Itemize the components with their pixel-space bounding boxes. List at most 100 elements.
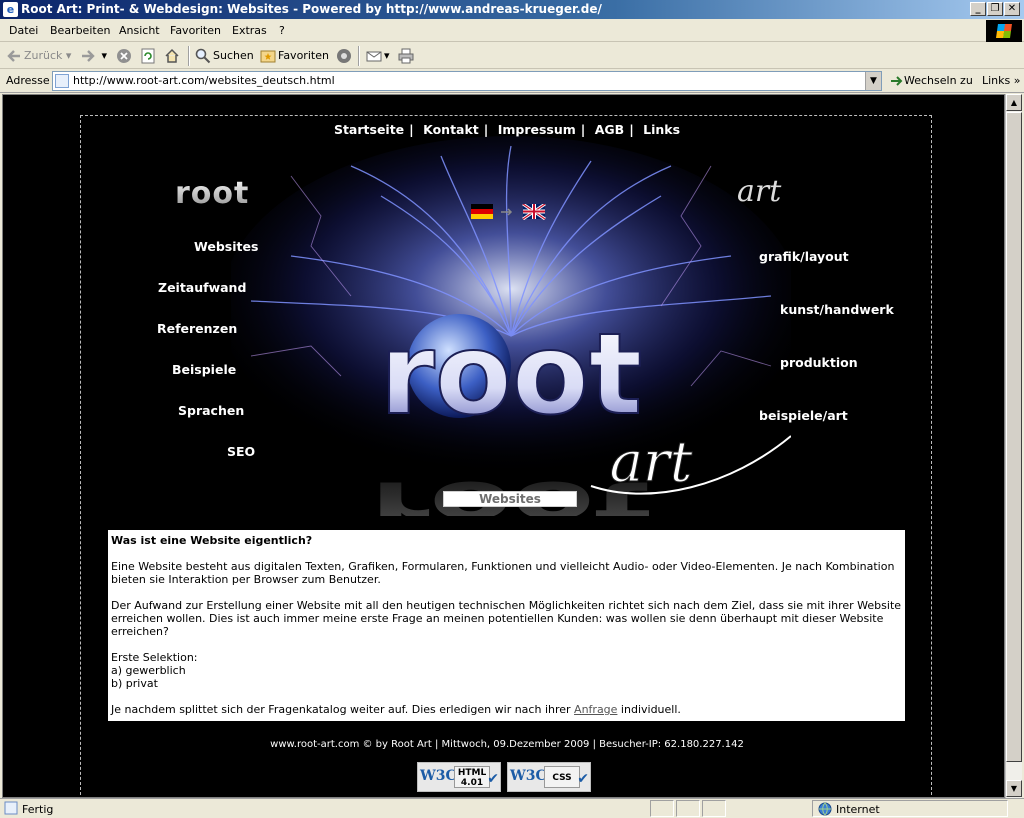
leftnav-seo[interactable]: SEO bbox=[227, 444, 255, 459]
leftnav-zeitaufwand[interactable]: Zeitaufwand bbox=[158, 280, 246, 295]
section-caption: Websites bbox=[443, 491, 577, 507]
mail-button[interactable]: ▾ bbox=[366, 47, 390, 65]
rightnav-produktion[interactable]: produktion bbox=[780, 355, 858, 370]
search-label: Suchen bbox=[213, 49, 254, 62]
german-flag-icon[interactable] bbox=[471, 204, 493, 219]
scroll-down-button[interactable]: ▼ bbox=[1006, 780, 1022, 797]
ie-icon: e bbox=[3, 2, 18, 17]
address-url[interactable]: http://www.root-art.com/websites_deutsch… bbox=[73, 74, 335, 87]
forward-button[interactable]: ▾ bbox=[80, 47, 107, 65]
checkmark-icon: ✔ bbox=[577, 771, 589, 787]
scroll-up-button[interactable]: ▲ bbox=[1006, 94, 1022, 111]
home-button[interactable] bbox=[164, 47, 182, 65]
nav-agb[interactable]: AGB bbox=[595, 122, 624, 137]
art-script-large: art bbox=[610, 430, 693, 495]
search-button[interactable]: Suchen bbox=[195, 47, 254, 65]
language-switcher bbox=[471, 204, 546, 220]
paragraph-3-text: Je nachdem splittet sich der Fragenkatal… bbox=[111, 703, 575, 716]
html-badge-label: HTML 4.01 bbox=[454, 766, 490, 788]
address-label: Adresse bbox=[6, 74, 50, 87]
window-title: Root Art: Print- & Webdesign: Websites -… bbox=[21, 2, 602, 16]
selection-title: Erste Selektion: bbox=[111, 651, 198, 664]
status-panel bbox=[702, 800, 726, 817]
selection-a: a) gewerblich bbox=[111, 664, 186, 677]
leftnav-websites[interactable]: Websites bbox=[194, 239, 258, 254]
content-selection: Erste Selektion: a) gewerblich b) privat bbox=[111, 651, 902, 690]
favorites-icon bbox=[260, 50, 276, 63]
toolbar-separator bbox=[358, 46, 360, 66]
menu-favoriten[interactable]: Favoriten bbox=[170, 24, 221, 37]
links-label: Links bbox=[982, 74, 1011, 87]
rightnav-grafik-layout[interactable]: grafik/layout bbox=[759, 249, 849, 264]
stop-icon bbox=[117, 49, 131, 63]
content-viewport: Startseite | Kontakt | Impressum | AGB | Lin… bbox=[2, 94, 1005, 798]
arrow-right-icon bbox=[501, 208, 513, 216]
content-paragraph-1: Eine Website besteht aus digitalen Texte… bbox=[111, 560, 895, 586]
home-icon bbox=[165, 48, 179, 63]
w3c-css-badge[interactable]: W3C CSS ✔ bbox=[507, 762, 591, 792]
anfrage-link[interactable]: Anfrage bbox=[574, 703, 617, 716]
refresh-button[interactable] bbox=[140, 47, 158, 65]
content-paragraph-2: Der Aufwand zur Erstellung einer Website… bbox=[111, 599, 902, 638]
menu-help[interactable]: ? bbox=[279, 24, 285, 37]
close-button[interactable]: ✕ bbox=[1004, 2, 1020, 16]
menu-ansicht[interactable]: Ansicht bbox=[119, 24, 160, 37]
status-panel bbox=[650, 800, 674, 817]
w3c-logo: W3C bbox=[510, 768, 547, 784]
content-box: Was ist eine Website eigentlich? Eine We… bbox=[108, 530, 905, 721]
paragraph-3-end: individuell. bbox=[617, 703, 681, 716]
menu-bar: Datei Bearbeiten Ansicht Favoriten Extra… bbox=[0, 19, 1024, 42]
css-badge-label: CSS bbox=[544, 766, 580, 788]
top-navigation: Startseite | Kontakt | Impressum | AGB | Lin… bbox=[333, 122, 681, 137]
page-frame: Startseite | Kontakt | Impressum | AGB | Lin… bbox=[80, 115, 932, 797]
leftnav-sprachen[interactable]: Sprachen bbox=[178, 403, 244, 418]
browser-window: e Root Art: Print- & Webdesign: Websites… bbox=[0, 0, 1024, 818]
links-toolbar[interactable]: Links » bbox=[982, 74, 1021, 87]
nav-startseite[interactable]: Startseite bbox=[334, 122, 404, 137]
nav-links[interactable]: Links bbox=[643, 122, 680, 137]
windows-flag-icon bbox=[996, 24, 1012, 38]
address-dropdown-button[interactable]: ▼ bbox=[865, 72, 881, 90]
nav-kontakt[interactable]: Kontakt bbox=[423, 122, 479, 137]
back-arrow-icon bbox=[7, 50, 20, 62]
menu-bearbeiten[interactable]: Bearbeiten bbox=[50, 24, 110, 37]
maximize-button[interactable]: ❐ bbox=[987, 2, 1003, 16]
toolbar-separator bbox=[188, 46, 190, 66]
status-text: Fertig bbox=[22, 803, 54, 816]
rightnav-beispiele-art[interactable]: beispiele/art bbox=[759, 408, 848, 423]
media-icon bbox=[337, 49, 351, 63]
page-footer: www.root-art.com © by Root Art | Mittwoc… bbox=[270, 739, 744, 750]
favorites-label: Favoriten bbox=[278, 49, 329, 62]
stop-button[interactable] bbox=[116, 47, 134, 65]
favorites-button[interactable]: Favoriten bbox=[260, 47, 329, 65]
address-input[interactable]: http://www.root-art.com/websites_deutsch… bbox=[52, 71, 882, 91]
print-button[interactable] bbox=[398, 47, 416, 65]
scroll-thumb[interactable] bbox=[1006, 112, 1022, 762]
media-button[interactable] bbox=[336, 47, 354, 65]
leftnav-referenzen[interactable]: Referenzen bbox=[157, 321, 237, 336]
back-button[interactable]: Zurück ▾ bbox=[6, 47, 71, 65]
status-panel bbox=[676, 800, 700, 817]
uk-flag-icon[interactable] bbox=[522, 204, 546, 220]
back-label: Zurück bbox=[24, 49, 63, 62]
status-bar: Fertig Internet bbox=[0, 798, 1024, 818]
menu-extras[interactable]: Extras bbox=[232, 24, 267, 37]
zone-text: Internet bbox=[836, 803, 880, 816]
w3c-html-badge[interactable]: W3C HTML 4.01 ✔ bbox=[417, 762, 501, 792]
minimize-button[interactable]: _ bbox=[970, 2, 986, 16]
w3c-logo: W3C bbox=[420, 768, 457, 784]
page-icon bbox=[55, 74, 69, 88]
go-arrow-icon bbox=[891, 76, 903, 86]
content-paragraph-3: Je nachdem splittet sich der Fragenkatal… bbox=[111, 703, 902, 716]
root-logo-large: root bbox=[380, 310, 643, 440]
art-logo-small: art bbox=[737, 174, 782, 209]
address-bar: Adresse http://www.root-art.com/websites… bbox=[0, 69, 1024, 93]
vertical-scrollbar[interactable]: ▲ ▼ bbox=[1005, 94, 1022, 798]
menu-datei[interactable]: Datei bbox=[9, 24, 38, 37]
rightnav-kunst-handwerk[interactable]: kunst/handwerk bbox=[780, 302, 894, 317]
root-logo-small: root bbox=[175, 176, 250, 211]
refresh-icon bbox=[141, 48, 155, 64]
leftnav-beispiele[interactable]: Beispiele bbox=[172, 362, 236, 377]
go-button[interactable]: Wechseln zu bbox=[890, 74, 973, 87]
nav-impressum[interactable]: Impressum bbox=[498, 122, 576, 137]
